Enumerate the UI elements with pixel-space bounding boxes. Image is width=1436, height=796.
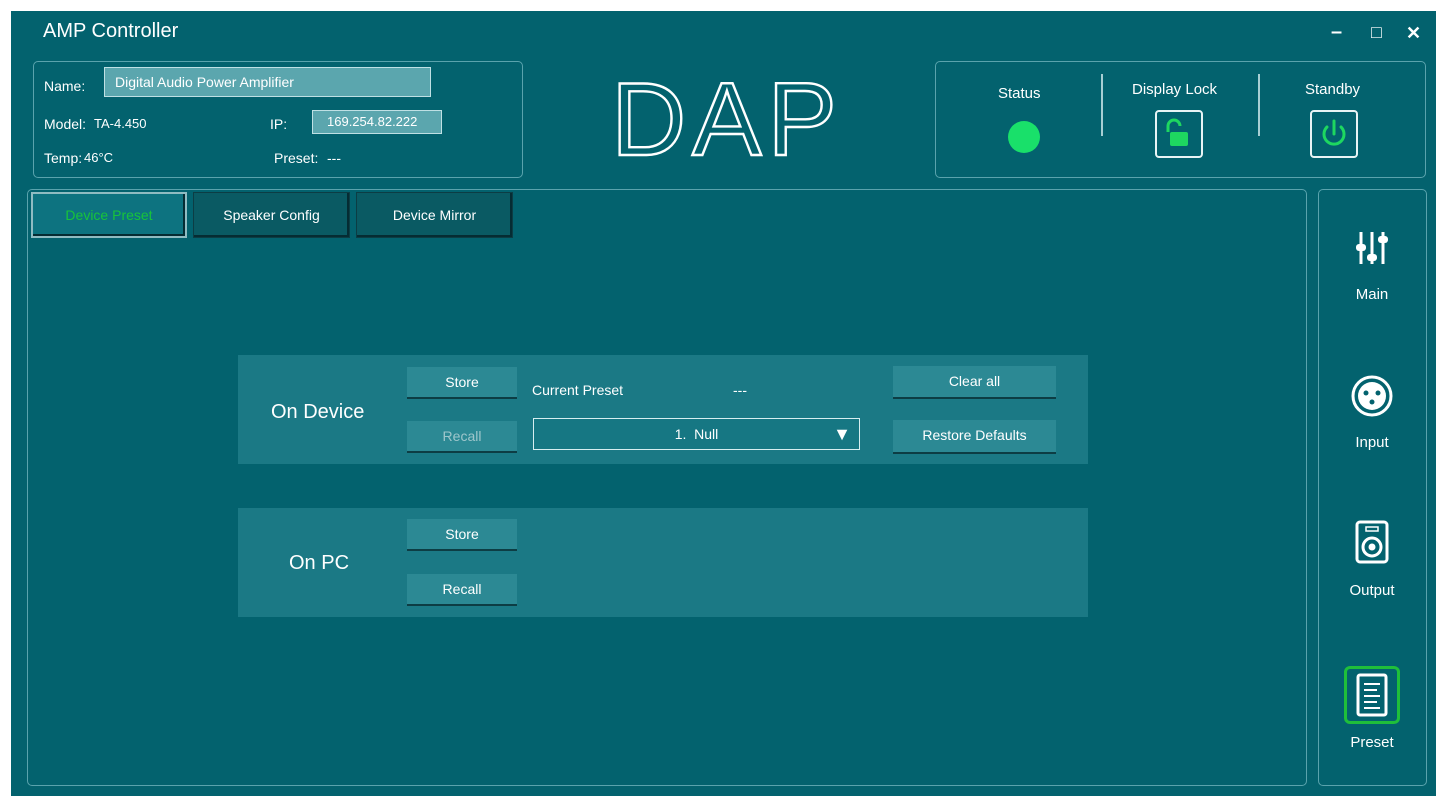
restore-defaults-button[interactable]: Restore Defaults bbox=[893, 420, 1056, 454]
on-device-title: On Device bbox=[271, 401, 365, 423]
pc-recall-button[interactable]: Recall bbox=[407, 574, 517, 606]
preset-value: --- bbox=[327, 150, 341, 166]
active-indicator bbox=[1344, 666, 1400, 724]
current-preset-value: --- bbox=[733, 382, 747, 398]
close-button[interactable]: ✕ bbox=[1406, 23, 1421, 44]
nav-label-input: Input bbox=[1355, 434, 1389, 451]
display-lock-button[interactable] bbox=[1155, 110, 1203, 158]
model-label: Model: bbox=[44, 116, 87, 132]
standby-button[interactable] bbox=[1310, 110, 1358, 158]
speaker-icon bbox=[1355, 520, 1389, 564]
maximize-button[interactable]: □ bbox=[1371, 22, 1382, 43]
nav-item-output[interactable]: Output bbox=[1318, 518, 1426, 608]
status-label: Status bbox=[998, 85, 1041, 102]
standby-label: Standby bbox=[1305, 81, 1361, 98]
divider bbox=[1101, 74, 1103, 136]
name-label: Name: bbox=[44, 78, 86, 94]
pc-store-button[interactable]: Store bbox=[407, 519, 517, 551]
device-name-field[interactable]: Digital Audio Power Amplifier bbox=[104, 67, 431, 97]
document-icon bbox=[1356, 673, 1388, 717]
nav-label-main: Main bbox=[1355, 286, 1389, 303]
nav-item-main[interactable]: Main bbox=[1318, 222, 1426, 312]
preset-label: Preset: bbox=[274, 150, 319, 166]
device-recall-button[interactable]: Recall bbox=[407, 421, 517, 453]
main-content-panel bbox=[27, 189, 1307, 786]
nav-item-preset[interactable]: Preset bbox=[1318, 666, 1426, 756]
tab-device-mirror[interactable]: Device Mirror bbox=[356, 192, 513, 238]
tab-speaker-config[interactable]: Speaker Config bbox=[193, 192, 350, 238]
clear-all-button[interactable]: Clear all bbox=[893, 366, 1056, 399]
ip-label: IP: bbox=[270, 116, 288, 132]
device-store-button[interactable]: Store bbox=[407, 367, 517, 399]
temp-value: 46°C bbox=[84, 150, 114, 165]
model-value: TA-4.450 bbox=[94, 116, 147, 131]
xlr-connector-icon bbox=[1351, 375, 1393, 417]
on-pc-section bbox=[238, 508, 1088, 617]
nav-label-preset: Preset bbox=[1350, 734, 1394, 751]
logo-text: DAP bbox=[612, 62, 842, 162]
current-preset-label: Current Preset bbox=[532, 382, 624, 398]
unlock-icon bbox=[1166, 118, 1188, 146]
nav-label-output: Output bbox=[1349, 582, 1395, 599]
power-icon bbox=[1322, 119, 1346, 146]
minimize-button[interactable]: – bbox=[1331, 21, 1342, 44]
dropdown-arrow-icon: ▼ bbox=[833, 424, 851, 444]
nav-item-input[interactable]: Input bbox=[1318, 370, 1426, 460]
status-indicator bbox=[1008, 121, 1040, 153]
preset-select-value: 1. Null bbox=[674, 426, 719, 442]
divider bbox=[1258, 74, 1260, 136]
on-pc-title: On PC bbox=[289, 552, 350, 574]
dap-logo: DAP bbox=[612, 62, 842, 162]
ip-field[interactable]: 169.254.82.222 bbox=[312, 110, 442, 134]
sliders-icon bbox=[1356, 232, 1388, 264]
preset-select[interactable]: 1. Null ▼ bbox=[533, 418, 860, 450]
tab-device-preset[interactable]: Device Preset bbox=[31, 192, 187, 238]
title-bar: AMP Controller – □ ✕ bbox=[11, 11, 1436, 55]
display-lock-label: Display Lock bbox=[1132, 81, 1218, 98]
temp-label: Temp: bbox=[44, 150, 83, 166]
app-title: AMP Controller bbox=[43, 20, 179, 42]
